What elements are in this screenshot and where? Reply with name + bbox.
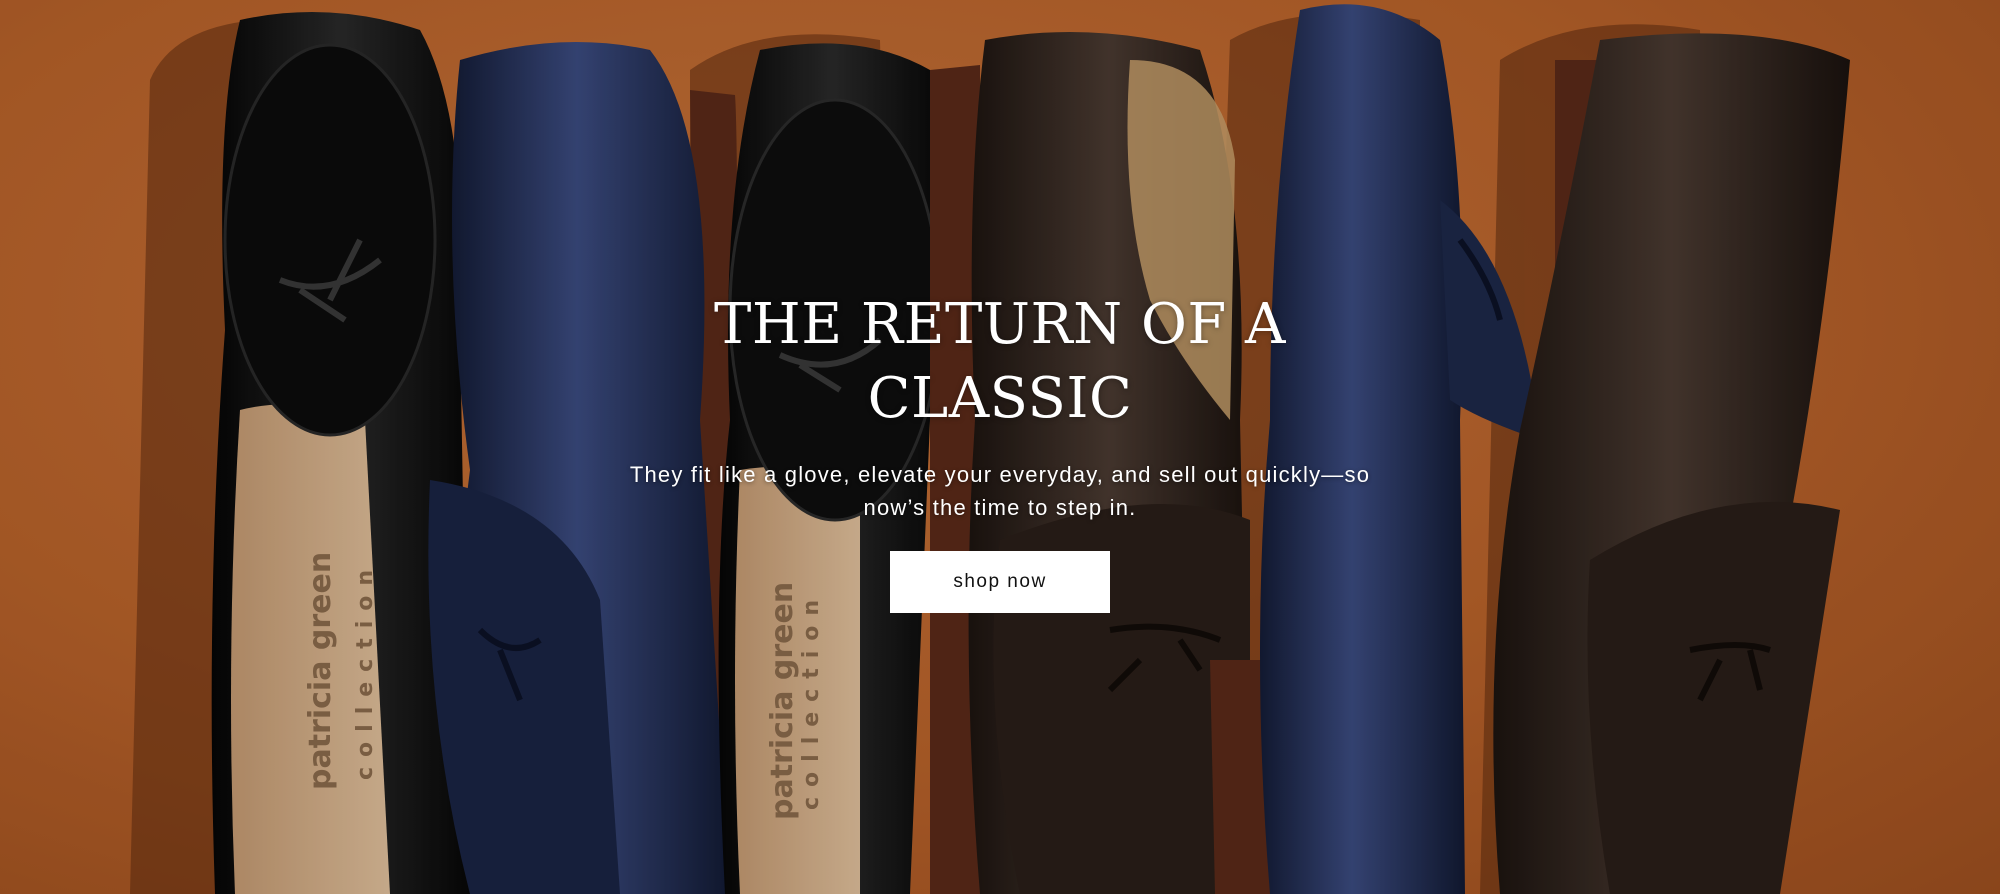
hero-banner: patricia green collection patricia green…	[0, 0, 2000, 894]
headline-line-1: THE RETURN OF A	[714, 292, 1286, 357]
hero-headline: THE RETURN OF A CLASSIC	[700, 288, 1300, 436]
hero-content: THE RETURN OF A CLASSIC They fit like a …	[0, 0, 2000, 894]
shop-now-button[interactable]: shop now	[890, 551, 1110, 613]
headline-line-2: CLASSIC	[867, 366, 1133, 431]
subtext-line-2: now’s the time to step in.	[863, 495, 1137, 520]
subtext-line-1: They fit like a glove, elevate your ever…	[629, 462, 1371, 487]
hero-subtext: They fit like a glove, elevate your ever…	[585, 458, 1415, 524]
